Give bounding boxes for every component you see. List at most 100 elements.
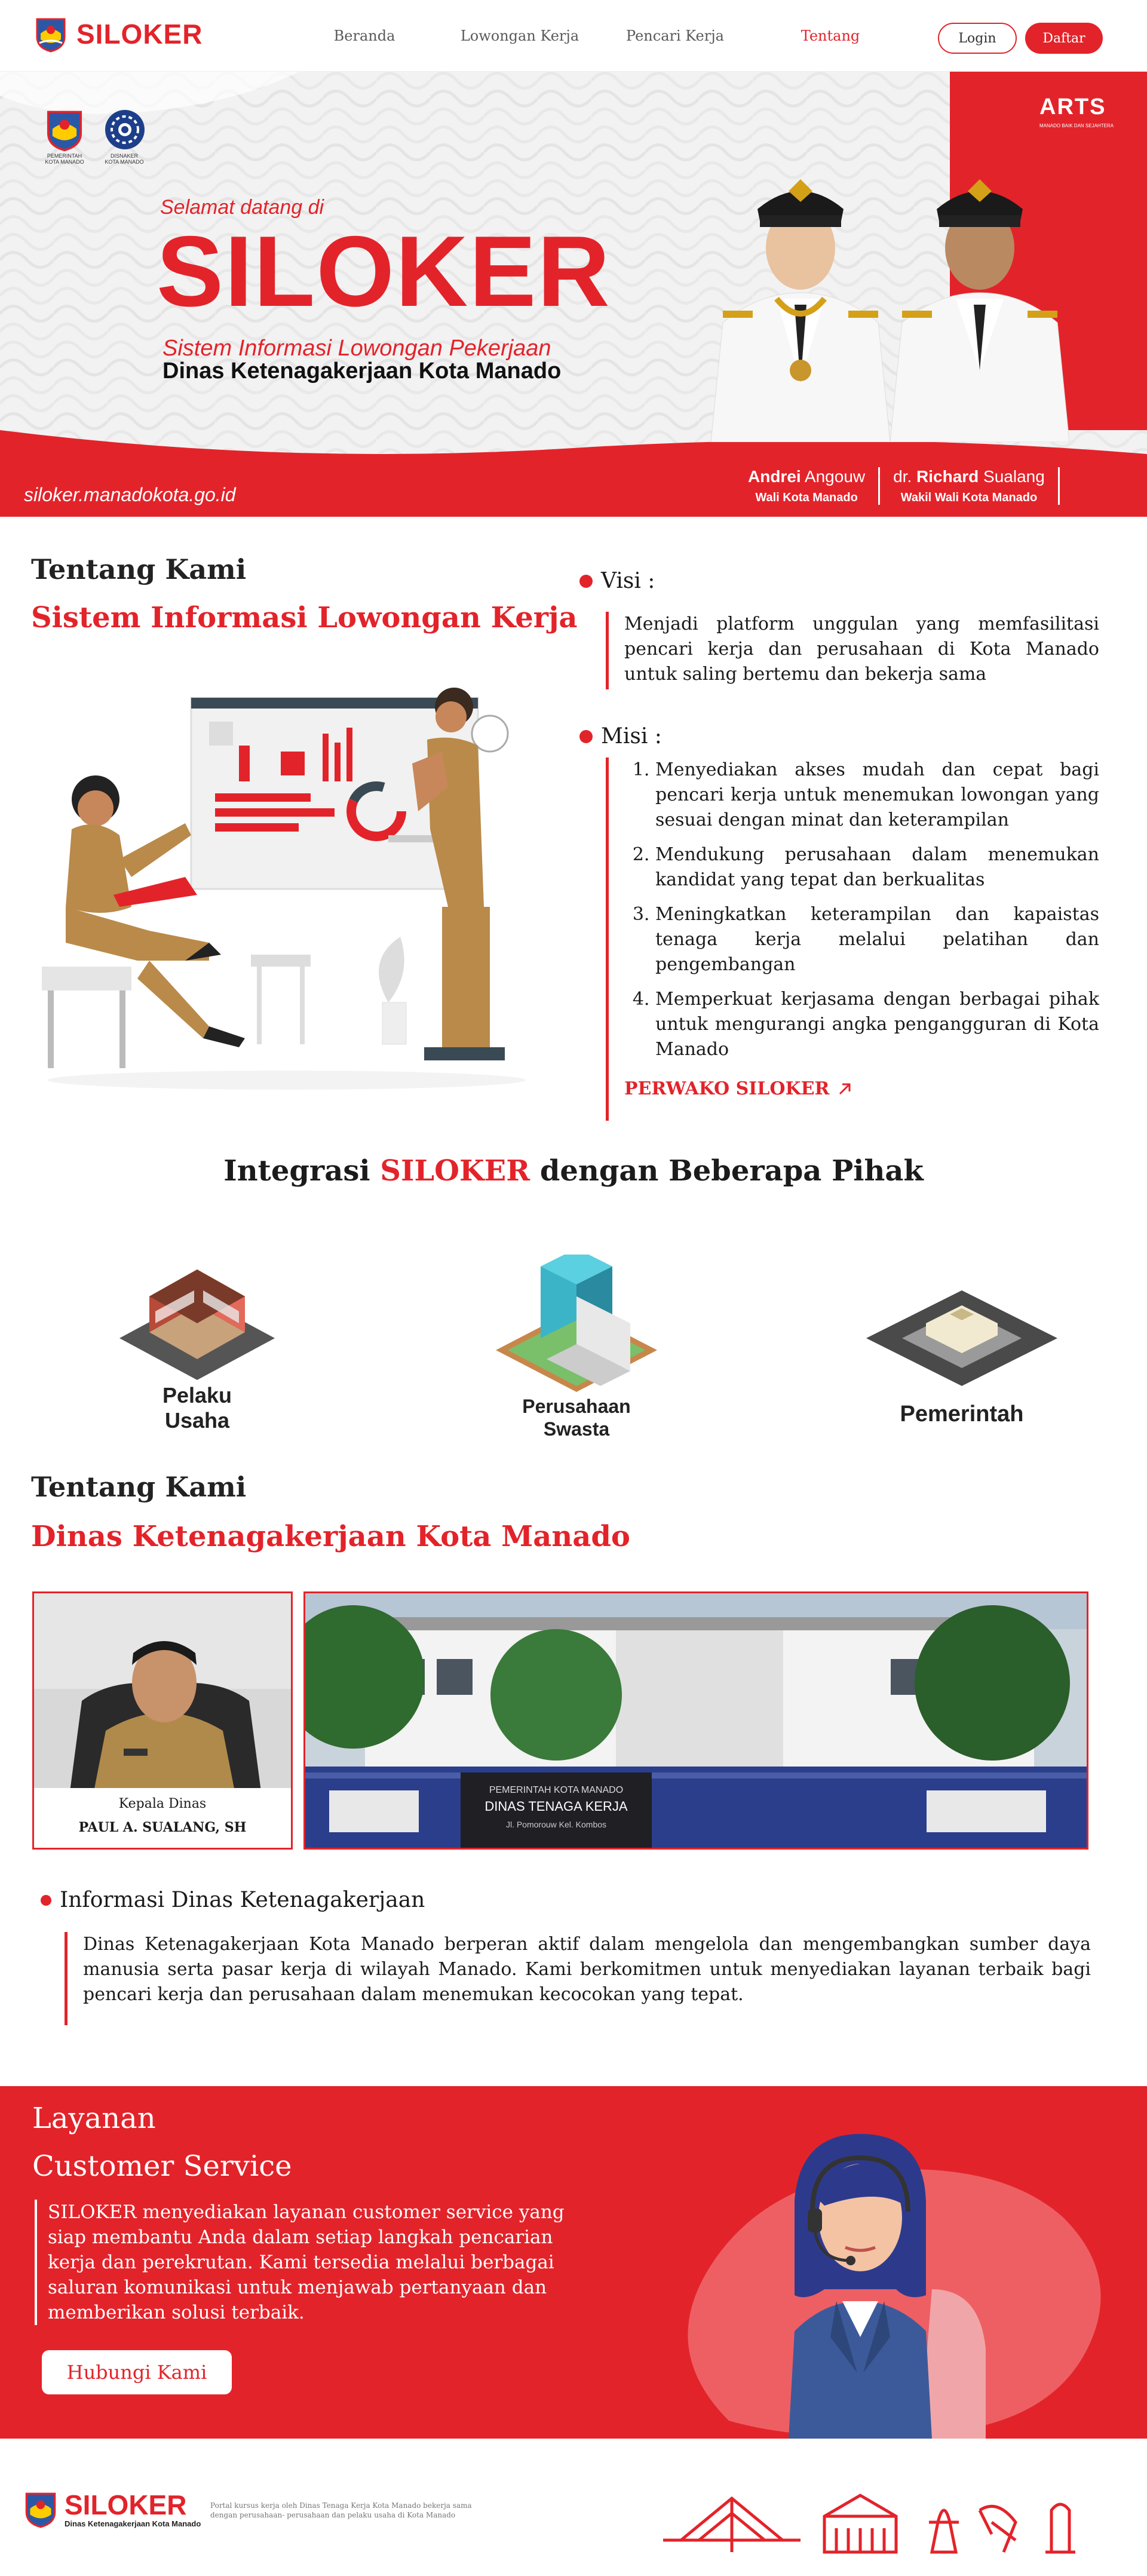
service-label: Layanan (32, 2102, 156, 2135)
monument-landmark-icon (1045, 2503, 1075, 2554)
footer-description: Portal kursus kerja oleh Dinas Tenaga Ke… (210, 2501, 472, 2519)
footer-brand-name: SILOKER (65, 2489, 187, 2520)
info-bullet-icon (41, 1894, 51, 1906)
official-2-first: Richard (916, 467, 979, 486)
integration-title-pre: Integrasi (223, 1154, 381, 1188)
statue-landmark-icon (929, 2508, 959, 2554)
disnaker-logo: DISNAKER KOTA MANADO (103, 108, 146, 165)
misi-item-2: Mendukung perusahaan dalam menemukan kan… (655, 842, 1099, 893)
partner-2-line1: Perusahaan (522, 1396, 631, 1417)
official-2-prefix: dr. (893, 467, 917, 486)
hero-url: siloker.manadokota.go.id (24, 484, 236, 505)
nav-link-lowongan-kerja[interactable]: Lowongan Kerja (442, 27, 597, 44)
manado-crest-icon (36, 18, 66, 53)
visi-label: Visi : (579, 569, 655, 593)
misi-label: Misi : (579, 724, 662, 749)
integration-title-brand: SILOKER (380, 1154, 530, 1188)
perwako-link-label: PERWAKO SILOKER (624, 1078, 830, 1099)
official-2-caption: dr. Richard Sualang Wakil Wali Kota Mana… (880, 467, 1060, 505)
pemkot-crest-icon (47, 111, 82, 152)
head-role: Kepala Dinas (118, 1796, 207, 1811)
officials-photo (710, 179, 1070, 442)
service-text: SILOKER menyediakan layanan customer ser… (35, 2200, 602, 2325)
official-2-role: Wakil Wali Kota Manado (900, 491, 1038, 504)
disnaker-gear-icon (105, 110, 145, 149)
hero-banner: PEMERINTAH KOTA MANADO DISNAKER KOTA MAN… (0, 72, 1147, 517)
arts-logo: ARTS (1039, 94, 1106, 119)
info-label: Informasi Dinas Ketenagakerjaan (41, 1888, 425, 1912)
office-building-image: PEMERINTAH KOTA MANADO DINAS TENAGA KERJ… (305, 1593, 1087, 1848)
partner-perusahaan-swasta: Perusahaan Swasta (490, 1249, 663, 1440)
official-2-last: Sualang (979, 467, 1045, 486)
official-1-last: Angouw (801, 467, 866, 486)
misi-bullet-icon (579, 729, 593, 743)
service-title: Customer Service (32, 2149, 292, 2183)
pemkot-logo-caption: PEMERINTAH KOTA MANADO (45, 153, 84, 165)
footer-brand-sub: Dinas Ketenagakerjaan Kota Manado (65, 2519, 201, 2528)
nav-link-beranda[interactable]: Beranda (287, 27, 442, 44)
shop-building-icon (119, 1269, 275, 1380)
visi-label-text: Visi : (601, 569, 655, 593)
visi-bullet-icon (579, 574, 593, 588)
visi-text: Menjadi platform unggulan yang memfasili… (606, 612, 1099, 689)
bridge-landmark-icon (663, 2496, 801, 2552)
top-navbar: SILOKER Beranda Lowongan Kerja Pencari K… (0, 0, 1147, 72)
partner-1-line2: Usaha (164, 1408, 230, 1433)
dinas-subheading: Dinas Ketenagakerjaan Kota Manado (31, 1520, 630, 1553)
nav-link-pencari-kerja[interactable]: Pencari Kerja (597, 27, 753, 44)
misi-item-4: Memperkuat kerjasama dengan berbagai pih… (655, 987, 1099, 1062)
manado-landmarks-icon (663, 2494, 1075, 2554)
head-of-office-caption: Kepala Dinas PAUL A. SUALANG, SH (34, 1788, 291, 1848)
customer-service-agent-illustration (789, 2134, 986, 2439)
misi-item-1: Menyediakan akses mudah dan cepat bagi p… (655, 758, 1099, 833)
partner-2-line2: Swasta (543, 1418, 610, 1440)
perwako-link[interactable]: PERWAKO SILOKER (624, 1077, 1099, 1102)
misi-block: Menyediakan akses mudah dan cepat bagi p… (606, 758, 1099, 1121)
nav-link-tentang[interactable]: Tentang (753, 27, 908, 44)
partner-pelaku-usaha: Pelaku Usaha (114, 1261, 281, 1433)
misi-label-text: Misi : (601, 724, 662, 749)
official-1-caption: Andrei Angouw Wali Kota Manado (735, 467, 881, 505)
brand-name: SILOKER (76, 19, 203, 50)
partner-3-line1: Pemerintah (900, 1402, 1024, 1427)
info-label-text: Informasi Dinas Ketenagakerjaan (60, 1888, 425, 1912)
house-landmark-icon (823, 2494, 898, 2554)
footer-crest-icon (25, 2492, 56, 2528)
arts-tagline: MANADO BAIK DAN SEJAHTERA (1039, 123, 1114, 128)
hero-title: SILOKER (157, 215, 611, 327)
customer-service-section: Layanan Customer Service SILOKER menyedi… (0, 2086, 1147, 2439)
government-building-icon (866, 1290, 1057, 1386)
figure-landmark-icon (978, 2504, 1017, 2553)
login-button[interactable]: Login (938, 23, 1017, 54)
building-sign-line3: Jl. Pomorouw Kel. Kombos (506, 1820, 606, 1829)
footer: SILOKER Dinas Ketenagakerjaan Kota Manad… (0, 2439, 1147, 2576)
head-name: PAUL A. SUALANG, SH (78, 1820, 247, 1835)
head-of-office-card: Kepala Dinas PAUL A. SUALANG, SH (32, 1591, 293, 1850)
main-nav: Beranda Lowongan Kerja Pencari Kerja Ten… (287, 27, 908, 44)
brand[interactable]: SILOKER (35, 16, 203, 53)
office-workers-illustration (42, 688, 526, 1090)
dinas-heading: Tentang Kami (31, 1471, 247, 1503)
head-of-office-photo (34, 1593, 291, 1792)
partner-1-line1: Pelaku (162, 1383, 232, 1407)
pemkot-logo: PEMERINTAH KOTA MANADO (43, 108, 86, 165)
official-1-first: Andrei (748, 467, 801, 486)
official-2-figure (890, 179, 1070, 442)
office-building-photo: PEMERINTAH KOTA MANADO DINAS TENAGA KERJ… (303, 1591, 1088, 1850)
office-building-icon (496, 1249, 657, 1392)
official-1-figure (710, 179, 891, 442)
officials-captions: Andrei Angouw Wali Kota Manado dr. Richa… (735, 467, 1060, 505)
about-heading: Tentang Kami (31, 553, 247, 585)
disnaker-logo-caption: DISNAKER KOTA MANADO (105, 153, 144, 165)
building-sign-line1: PEMERINTAH KOTA MANADO (489, 1785, 623, 1795)
info-text: Dinas Ketenagakerjaan Kota Manado berper… (65, 1932, 1091, 2025)
hero-subtitle-2: Dinas Ketenagakerjaan Kota Manado (162, 358, 562, 384)
footer-brand[interactable]: SILOKER Dinas Ketenagakerjaan Kota Manad… (24, 2490, 201, 2528)
integration-title: Integrasi SILOKER dengan Beberapa Pihak (0, 1154, 1147, 1188)
misi-list: Menyediakan akses mudah dan cepat bagi p… (624, 758, 1099, 1062)
integration-title-post: dengan Beberapa Pihak (530, 1154, 924, 1188)
contact-us-button[interactable]: Hubungi Kami (42, 2350, 232, 2394)
misi-item-3: Meningkatkan keterampilan dan kapaistas … (655, 902, 1099, 977)
register-button[interactable]: Daftar (1025, 23, 1103, 54)
official-1-role: Wali Kota Manado (755, 491, 858, 504)
